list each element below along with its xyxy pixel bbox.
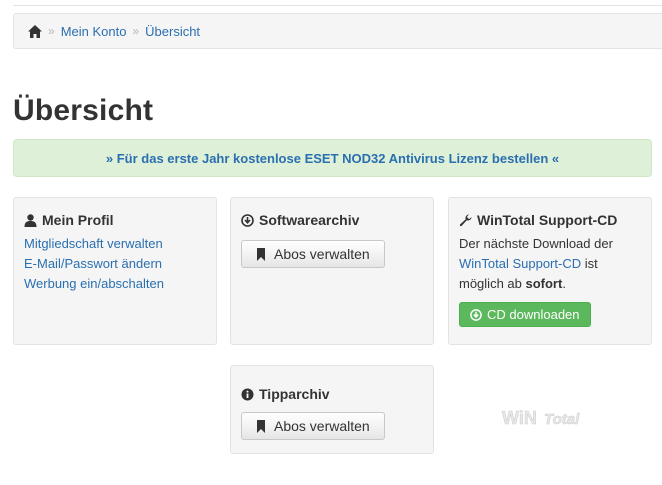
- link-email-passwort[interactable]: E-Mail/Passwort ändern: [24, 254, 206, 274]
- wrench-icon: [459, 213, 472, 226]
- svg-text:WiN: WiN: [502, 408, 537, 428]
- cd-download-label: CD downloaden: [487, 307, 580, 322]
- link-mitgliedschaft[interactable]: Mitgliedschaft verwalten: [24, 234, 206, 254]
- software-abos-button[interactable]: Abos verwalten: [241, 240, 385, 268]
- software-abos-label: Abos verwalten: [274, 246, 370, 262]
- support-text-suffix: .: [562, 276, 566, 291]
- breadcrumb-separator: »: [132, 24, 140, 38]
- breadcrumb: » Mein Konto » Übersicht: [13, 13, 662, 49]
- software-panel: Softwarearchiv Abos verwalten: [230, 197, 434, 345]
- svg-text:Total: Total: [544, 411, 580, 428]
- breadcrumb-separator: »: [48, 24, 55, 38]
- support-text-line2: WinTotal Support-CD ist: [459, 254, 641, 274]
- top-divider: [13, 0, 662, 6]
- software-panel-title: Softwarearchiv: [241, 210, 423, 230]
- profile-panel-title: Mein Profil: [24, 210, 206, 230]
- cd-download-button[interactable]: CD downloaden: [459, 302, 591, 327]
- support-text-after-link: ist: [581, 256, 598, 271]
- page-title: Übersicht: [13, 94, 154, 127]
- breadcrumb-mein-konto[interactable]: Mein Konto: [61, 24, 127, 39]
- tips-panel-title: Tipparchiv: [241, 384, 423, 404]
- support-text-prefix: möglich ab: [459, 276, 526, 291]
- breadcrumb-uebersicht[interactable]: Übersicht: [145, 24, 200, 39]
- software-title-text: Softwarearchiv: [259, 212, 360, 228]
- profile-panel: Mein Profil Mitgliedschaft verwalten E-M…: [13, 197, 217, 345]
- home-link[interactable]: [28, 24, 42, 38]
- wintotal-logo: WiN Total: [502, 408, 581, 429]
- user-icon: [24, 213, 37, 227]
- download-circle-icon: [241, 213, 254, 227]
- tips-abos-button[interactable]: Abos verwalten: [241, 412, 385, 440]
- link-werbung[interactable]: Werbung ein/abschalten: [24, 274, 206, 294]
- bookmark-icon: [257, 247, 265, 261]
- support-cd-link[interactable]: WinTotal Support-CD: [459, 256, 581, 271]
- home-icon: [28, 24, 42, 38]
- tips-abos-label: Abos verwalten: [274, 418, 370, 434]
- profile-title-text: Mein Profil: [42, 212, 114, 228]
- support-panel: WinTotal Support-CD Der nächste Download…: [448, 197, 652, 345]
- download-circle-icon: [470, 308, 482, 321]
- support-text-line1: Der nächste Download der: [459, 236, 613, 251]
- bookmark-icon: [257, 419, 265, 433]
- promo-banner: » Für das erste Jahr kostenlose ESET NOD…: [13, 139, 652, 177]
- support-text-line3: möglich ab sofort.: [459, 274, 641, 294]
- support-title-text: WinTotal Support-CD: [477, 212, 618, 228]
- tips-title-text: Tipparchiv: [259, 386, 330, 402]
- support-text-bold: sofort: [525, 276, 563, 291]
- support-panel-title: WinTotal Support-CD: [459, 210, 641, 230]
- promo-link[interactable]: » Für das erste Jahr kostenlose ESET NOD…: [106, 151, 559, 166]
- tips-panel: Tipparchiv Abos verwalten: [230, 365, 434, 454]
- info-circle-icon: [241, 388, 254, 400]
